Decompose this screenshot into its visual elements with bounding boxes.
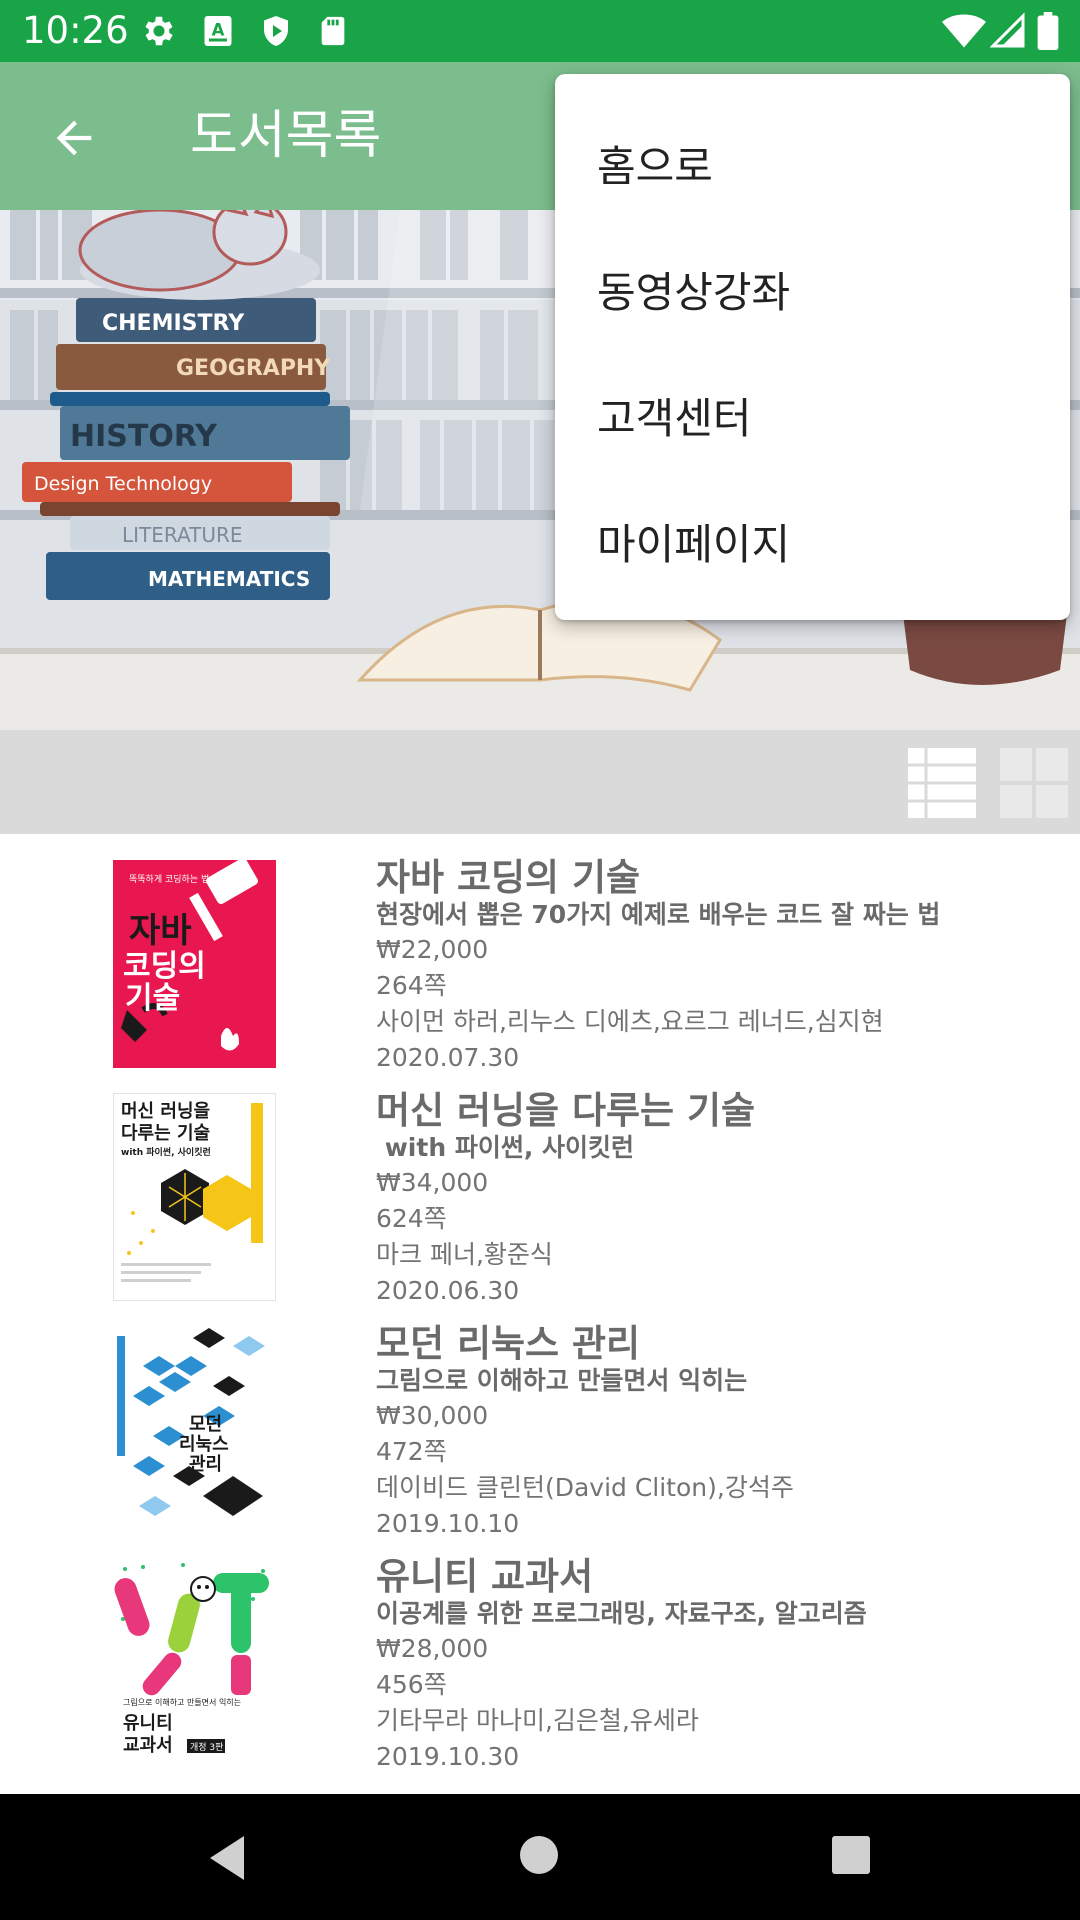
book-list-item[interactable]: 그림으로 이해하고 만들면서 익히는 유니티 교과서 개정 3판 유니티 교과서… [0,1533,1080,1771]
status-bar: 10:26 A [0,0,1080,62]
arrow-back-icon [48,112,100,168]
book-cover-image: 모던 리눅스 관리 [113,1326,276,1534]
book-cover-text: 개정 3판 [190,1742,223,1753]
svg-text:A: A [212,21,225,40]
back-button[interactable] [36,102,112,178]
banner-spine-label: Design Technology [34,473,212,495]
book-title: 자바 코딩의 기술 [376,856,641,899]
banner-spine-label: GEOGRAPHY [176,356,331,381]
list-view-icon [908,748,976,822]
battery-icon [1036,12,1060,54]
book-title: 유니티 교과서 [376,1555,594,1598]
nav-back-icon[interactable] [206,1834,250,1886]
banner-spine-label: LITERATURE [122,523,243,547]
book-title: 머신 러닝을 다루는 기술 [376,1089,756,1132]
menu-item-my-page[interactable]: 마이페이지 [555,482,1070,608]
book-authors: 기타무라 마나미,김은철,유세라 [376,1706,699,1735]
book-pages: 456쪽 [376,1670,447,1699]
book-cover-text: 다루는 기술 [121,1123,210,1144]
book-info: 모던 리눅스 관리 그림으로 이해하고 만들면서 익히는 ₩30,000 472… [376,1324,1066,1542]
nav-recents-icon[interactable] [830,1834,872,1880]
book-list-item[interactable]: 모던 리눅스 관리 모던 리눅스 관리 그림으로 이해하고 만들면서 익히는 ₩… [0,1300,1080,1538]
overflow-menu: 홈으로 동영상강좌 고객센터 마이페이지 [555,74,1070,620]
grid-view-button[interactable] [1000,748,1068,818]
signal-icon [989,12,1026,54]
status-time: 10:26 [22,9,129,52]
sd-card-icon [316,12,350,54]
system-nav-bar [0,1794,1080,1920]
nav-home-icon[interactable] [518,1834,560,1880]
book-authors: 사이먼 하러,리누스 디에츠,요르그 레너드,심지현 [376,1007,884,1036]
book-info: 유니티 교과서 이공계를 위한 프로그래밍, 자료구조, 알고리즘 ₩28,00… [376,1557,1066,1775]
book-pages: 472쪽 [376,1437,447,1466]
book-cover-text: 유니티 [123,1713,173,1734]
menu-item-video-lectures[interactable]: 동영상강좌 [555,230,1070,356]
book-price: ₩28,000 [376,1634,489,1663]
list-view-button[interactable] [908,748,976,818]
book-pages: 624쪽 [376,1204,447,1233]
book-cover-text: with 파이썬, 사이킷런 [121,1146,211,1158]
shield-play-icon [258,12,294,54]
wifi-icon [942,12,986,54]
book-price: ₩22,000 [376,935,489,964]
grid-view-icon [1000,748,1068,822]
book-cover-text: 리눅스 [179,1434,229,1455]
book-cover-text: 관리 [189,1454,222,1475]
a-keyboard-icon: A [200,12,236,54]
book-subtitle: with 파이썬, 사이킷런 [376,1133,635,1162]
book-pages: 264쪽 [376,971,447,1000]
screen: 10:26 A 도서목록 CHEMISTRY GEOGRAPHY HISTORY… [0,0,1080,1920]
book-cover-text: 똑똑하게 코딩하는 법 [129,874,209,885]
book-list-item[interactable]: 머신 러닝을 다루는 기술 with 파이썬, 사이킷런 머신 러닝을 다루는 … [0,1067,1080,1305]
menu-item-home[interactable]: 홈으로 [555,104,1070,230]
book-cover-text: 머신 러닝을 [121,1101,210,1122]
book-cover-text: 기술 [125,981,180,1016]
book-cover-image: 머신 러닝을 다루는 기술 with 파이썬, 사이킷런 [113,1093,276,1301]
book-date: 2019.10.30 [376,1742,520,1771]
book-list-item[interactable]: 똑똑하게 코딩하는 법 자바 코딩의 기술 자바 코딩의 기술 현장에서 뽑은 … [0,834,1080,1072]
banner-spine-label: MATHEMATICS [148,567,310,591]
page-title: 도서목록 [190,106,382,166]
book-authors: 데이비드 클린턴(David Cliton),강석주 [376,1473,794,1502]
gear-icon [140,12,178,54]
book-subtitle: 그림으로 이해하고 만들면서 익히는 [376,1366,748,1395]
menu-item-customer-center[interactable]: 고객센터 [555,356,1070,482]
book-subtitle: 현장에서 뽑은 70가지 예제로 배우는 코드 잘 짜는 법 [376,900,941,929]
book-title: 모던 리눅스 관리 [376,1322,641,1365]
book-info: 머신 러닝을 다루는 기술 with 파이썬, 사이킷런 ₩34,000 624… [376,1091,1066,1309]
book-cover-text: 그림으로 이해하고 만들면서 익히는 [123,1697,241,1707]
book-info: 자바 코딩의 기술 현장에서 뽑은 70가지 예제로 배우는 코드 잘 짜는 법… [376,858,1066,1076]
banner-spine-label: HISTORY [70,419,218,454]
banner-spine-label: CHEMISTRY [102,311,245,336]
book-subtitle: 이공계를 위한 프로그래밍, 자료구조, 알고리즘 [376,1599,867,1628]
book-cover-text: 교과서 [123,1735,173,1756]
book-cover-image: 그림으로 이해하고 만들면서 익히는 유니티 교과서 개정 3판 [113,1559,276,1767]
book-list: 똑똑하게 코딩하는 법 자바 코딩의 기술 자바 코딩의 기술 현장에서 뽑은 … [0,834,1080,1794]
book-price: ₩30,000 [376,1401,489,1430]
view-toggle-bar [0,730,1080,834]
book-cover-text: 모던 [189,1414,222,1435]
book-cover-text: 코딩의 [123,949,206,984]
book-cover-text: 자바 [129,911,192,951]
book-authors: 마크 페너,황준식 [376,1240,553,1269]
book-cover-image: 똑똑하게 코딩하는 법 자바 코딩의 기술 [113,860,276,1068]
book-price: ₩34,000 [376,1168,489,1197]
